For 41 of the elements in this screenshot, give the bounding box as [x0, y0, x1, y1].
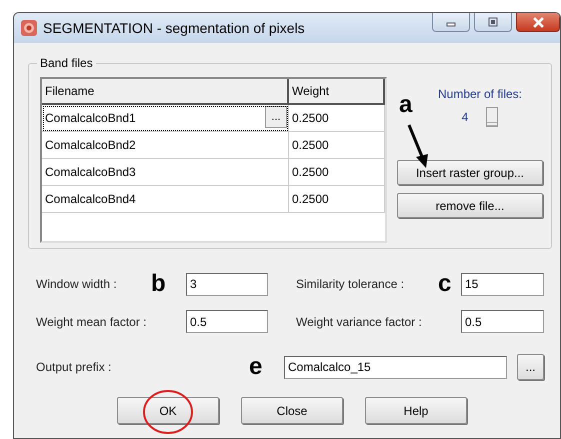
table-cell: 0.2500	[289, 132, 385, 159]
group-label: Band files	[37, 56, 96, 70]
output-prefix-field[interactable]: Comalcalco_15	[284, 356, 507, 378]
table-cell[interactable]: ComalcalcoBnd2	[42, 132, 289, 159]
annotation-letter: c	[438, 272, 452, 296]
table-cell: 0.2500	[289, 186, 385, 213]
dialog-button[interactable]: Insert raster group...	[397, 160, 543, 185]
field-label: Similarity tolerance :	[296, 277, 406, 291]
annotation-letter: e	[249, 355, 264, 379]
column-header[interactable]: Weight	[289, 79, 385, 105]
input-field[interactable]: 0.5	[461, 310, 544, 333]
browse-button[interactable]: ...	[265, 106, 287, 128]
maximize-icon	[488, 17, 498, 27]
table-cell: 0.2500	[289, 159, 385, 186]
number-of-files-value: 4	[462, 110, 468, 124]
close-button[interactable]	[516, 13, 560, 32]
annotation-letter: a	[399, 93, 412, 117]
field-label: Weight mean factor :	[36, 314, 148, 328]
dialog-button[interactable]: remove file...	[397, 193, 543, 218]
field-label: Weight variance factor :	[296, 314, 423, 328]
minimize-button[interactable]	[432, 13, 470, 32]
number-of-files-label: Number of files:	[436, 87, 522, 101]
table-cell[interactable]: ComalcalcoBnd3	[42, 159, 289, 186]
table-cell[interactable]: ComalcalcoBnd4	[42, 186, 289, 213]
input-field[interactable]: 15	[461, 272, 544, 296]
annotation-arrow	[406, 123, 430, 169]
table-cell[interactable]: ComalcalcoBnd1 ...	[42, 105, 289, 132]
window-title: SEGMENTATION - segmentation of pixels	[43, 20, 306, 36]
input-field[interactable]: 3	[186, 272, 268, 296]
input-field[interactable]: 0.5	[186, 310, 268, 333]
dialog-button[interactable]: Help	[365, 397, 467, 424]
maximize-button[interactable]	[474, 13, 512, 32]
annotation-letter: b	[151, 272, 167, 296]
column-header[interactable]: Filename	[42, 79, 289, 105]
dialog-button[interactable]: Close	[241, 397, 343, 424]
dialog-button[interactable]: OK	[117, 397, 219, 424]
browse-button[interactable]: ...	[517, 354, 544, 380]
field-label: Window width :	[36, 277, 118, 291]
output-prefix-label: Output prefix :	[36, 360, 112, 374]
close-icon	[532, 16, 544, 28]
table-cell: 0.2500	[289, 105, 385, 132]
